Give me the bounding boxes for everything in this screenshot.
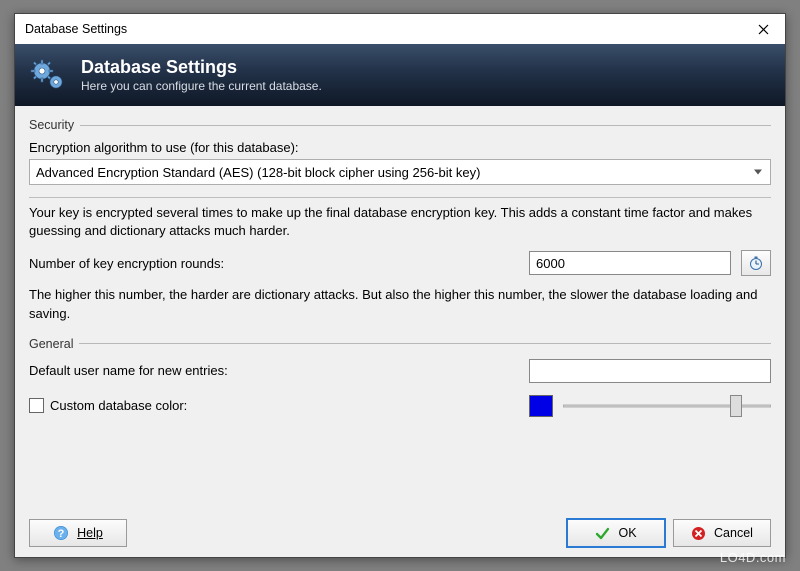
key-info-text: Your key is encrypted several times to m… — [29, 204, 771, 240]
rounds-benchmark-button[interactable] — [741, 250, 771, 276]
encryption-algo-select[interactable]: Advanced Encryption Standard (AES) (128-… — [29, 159, 771, 185]
custom-color-checkbox-label[interactable]: Custom database color: — [29, 398, 519, 413]
titlebar: Database Settings — [15, 14, 785, 44]
rounds-label: Number of key encryption rounds: — [29, 256, 519, 271]
clock-icon — [748, 255, 764, 271]
custom-color-label: Custom database color: — [50, 398, 187, 413]
color-swatch[interactable] — [529, 395, 553, 417]
cancel-button[interactable]: Cancel — [673, 519, 771, 547]
cancel-button-label: Cancel — [714, 526, 753, 540]
custom-color-checkbox[interactable] — [29, 398, 44, 413]
gears-icon — [29, 56, 67, 94]
header-banner: Database Settings Here you can configure… — [15, 44, 785, 106]
svg-text:?: ? — [58, 528, 65, 540]
rounds-value: 6000 — [536, 256, 565, 271]
general-group: General Default user name for new entrie… — [29, 337, 771, 417]
slider-thumb[interactable] — [730, 395, 742, 417]
divider — [80, 125, 771, 126]
button-row: ? Help OK Cancel — [29, 513, 771, 547]
divider — [29, 197, 771, 198]
watermark: LO4D.com — [720, 550, 786, 565]
divider — [79, 343, 771, 344]
ok-button[interactable]: OK — [567, 519, 665, 547]
header-text: Database Settings Here you can configure… — [81, 57, 322, 93]
dialog-window: Database Settings Database Settings Here… — [14, 13, 786, 558]
encryption-algo-label: Encryption algorithm to use (for this da… — [29, 140, 771, 155]
rounds-note: The higher this number, the harder are d… — [29, 286, 771, 322]
content-area: Security Encryption algorithm to use (fo… — [15, 106, 785, 557]
header-subtitle: Here you can configure the current datab… — [81, 79, 322, 93]
window-title: Database Settings — [25, 22, 741, 36]
help-button[interactable]: ? Help — [29, 519, 127, 547]
check-icon — [595, 526, 610, 541]
close-button[interactable] — [741, 14, 785, 44]
username-label: Default user name for new entries: — [29, 363, 519, 378]
color-slider[interactable] — [563, 395, 771, 417]
help-icon: ? — [53, 525, 69, 541]
help-button-label: Help — [77, 526, 103, 540]
rounds-input[interactable]: 6000 — [529, 251, 731, 275]
security-group: Security Encryption algorithm to use (fo… — [29, 118, 771, 323]
cancel-icon — [691, 526, 706, 541]
security-group-label: Security — [29, 118, 74, 132]
general-group-label: General — [29, 337, 73, 351]
encryption-algo-value: Advanced Encryption Standard (AES) (128-… — [36, 165, 480, 180]
username-input[interactable] — [529, 359, 771, 383]
close-icon — [758, 24, 769, 35]
ok-button-label: OK — [618, 526, 636, 540]
header-title: Database Settings — [81, 57, 322, 79]
